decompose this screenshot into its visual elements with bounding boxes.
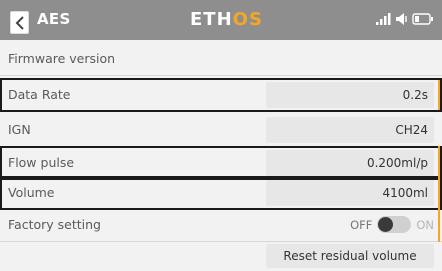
ign-label: IGN	[8, 122, 31, 137]
ethos-logo: ETH OS	[190, 8, 263, 30]
back-button[interactable]	[10, 11, 29, 34]
reset-residual-volume-button[interactable]: Reset residual volume	[266, 244, 434, 268]
logo-text-main: ETH	[190, 8, 233, 30]
ign-value: CH24	[395, 123, 428, 137]
flow-pulse-label: Flow pulse	[8, 155, 75, 170]
scroll-accent-bottom	[438, 146, 440, 242]
logo-text-accent: OS	[232, 8, 263, 30]
toggle-switch[interactable]	[377, 216, 412, 233]
data-rate-field[interactable]: 0.2s	[266, 82, 434, 108]
status-icons	[375, 12, 434, 26]
row-data-rate[interactable]: Data Rate 0.2s	[0, 78, 442, 112]
row-ign[interactable]: IGN CH24	[0, 113, 442, 147]
data-rate-label: Data Rate	[8, 87, 71, 102]
row-flow-pulse[interactable]: Flow pulse 0.200ml/p	[0, 146, 442, 180]
battery-icon	[412, 13, 433, 25]
data-rate-value: 0.2s	[402, 88, 428, 102]
firmware-version-label: Firmware version	[8, 51, 116, 66]
ign-field[interactable]: CH24	[266, 117, 434, 143]
speaker-icon	[396, 13, 407, 25]
toggle-off-label: OFF	[350, 217, 373, 232]
factory-setting-label: Factory setting	[8, 217, 101, 232]
row-volume[interactable]: Volume 4100ml	[0, 176, 442, 210]
page-title: AES	[37, 10, 71, 28]
factory-setting-toggle[interactable]: OFF ON	[350, 216, 434, 233]
toggle-on-label: ON	[416, 217, 434, 232]
volume-value: 4100ml	[382, 186, 428, 200]
row-firmware-version: Firmware version	[0, 42, 442, 76]
volume-field[interactable]: 4100ml	[266, 180, 434, 206]
row-factory-setting[interactable]: Factory setting OFF ON	[0, 208, 442, 242]
toggle-knob[interactable]	[378, 217, 394, 232]
header-bar: AES ETH OS	[0, 0, 442, 40]
flow-pulse-value: 0.200ml/p	[366, 156, 428, 170]
chevron-left-icon	[15, 15, 24, 30]
signal-icon	[376, 13, 391, 25]
volume-label: Volume	[8, 185, 55, 200]
flow-pulse-field[interactable]: 0.200ml/p	[266, 150, 434, 176]
scroll-accent-top	[438, 80, 440, 110]
